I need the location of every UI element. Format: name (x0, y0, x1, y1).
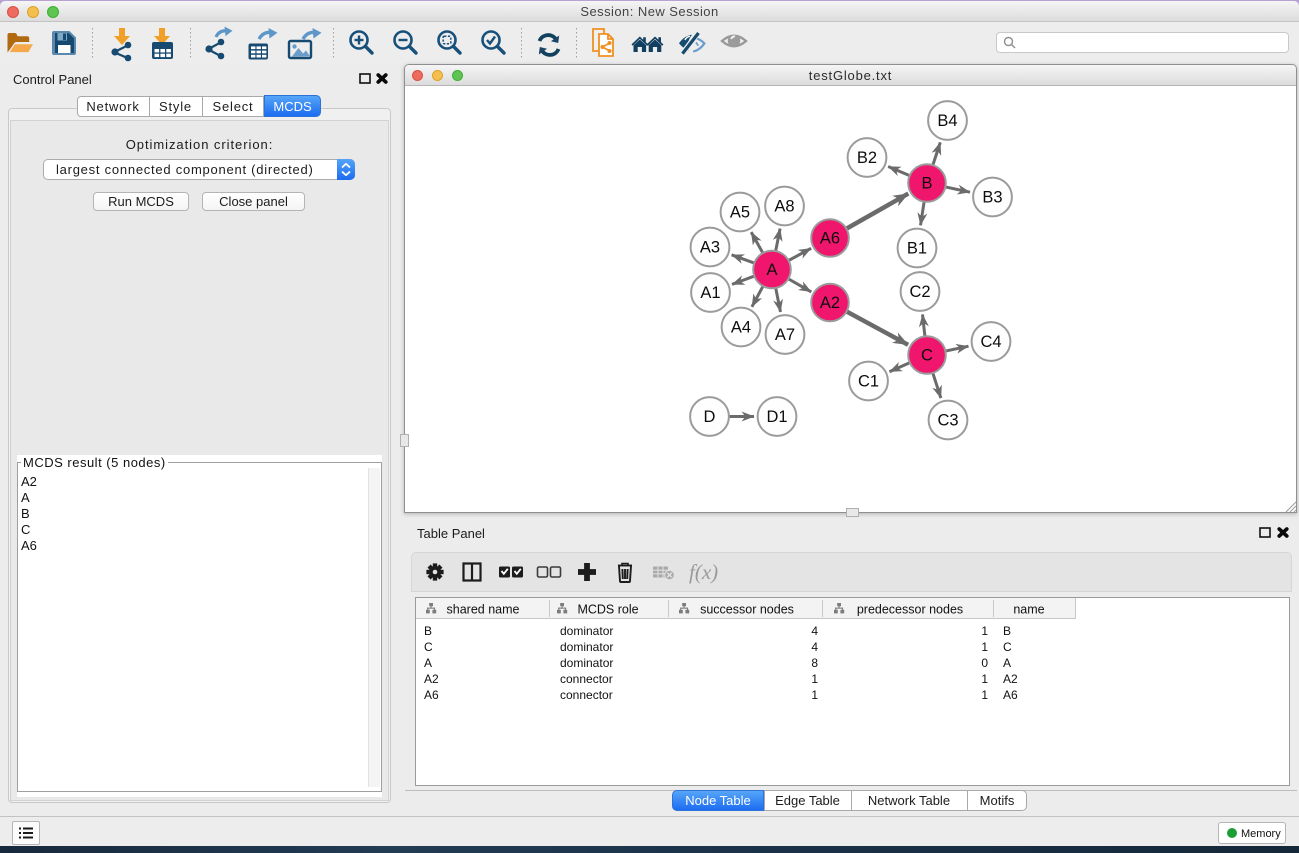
svg-text:B4: B4 (937, 112, 957, 130)
svg-text:A: A (766, 261, 777, 279)
svg-text:successor nodes: successor nodes (700, 603, 794, 617)
svg-text:A2: A2 (820, 294, 840, 312)
svg-text:MCDS role: MCDS role (577, 603, 638, 617)
svg-text:D: D (704, 408, 716, 426)
svg-text:B: B (921, 175, 932, 193)
svg-text:f(x): f(x) (689, 560, 718, 584)
svg-text:A1: A1 (700, 284, 720, 302)
svg-text:predecessor nodes: predecessor nodes (857, 603, 963, 617)
svg-text:B2: B2 (857, 149, 877, 167)
svg-text:C3: C3 (937, 412, 958, 430)
svg-text:A4: A4 (731, 319, 751, 337)
svg-text:name: name (1013, 603, 1044, 617)
svg-text:shared name: shared name (447, 603, 520, 617)
svg-text:C1: C1 (858, 373, 879, 391)
svg-text:A5: A5 (730, 204, 750, 222)
svg-text:A6: A6 (820, 230, 840, 248)
svg-text:C2: C2 (909, 283, 930, 301)
svg-text:C: C (921, 347, 933, 365)
svg-text:B1: B1 (907, 240, 927, 258)
svg-text:A8: A8 (774, 198, 794, 216)
svg-text:A3: A3 (700, 239, 720, 257)
svg-text:C4: C4 (980, 333, 1001, 351)
svg-text:D1: D1 (766, 408, 787, 426)
svg-text:A7: A7 (775, 326, 795, 344)
svg-text:B3: B3 (982, 189, 1002, 207)
